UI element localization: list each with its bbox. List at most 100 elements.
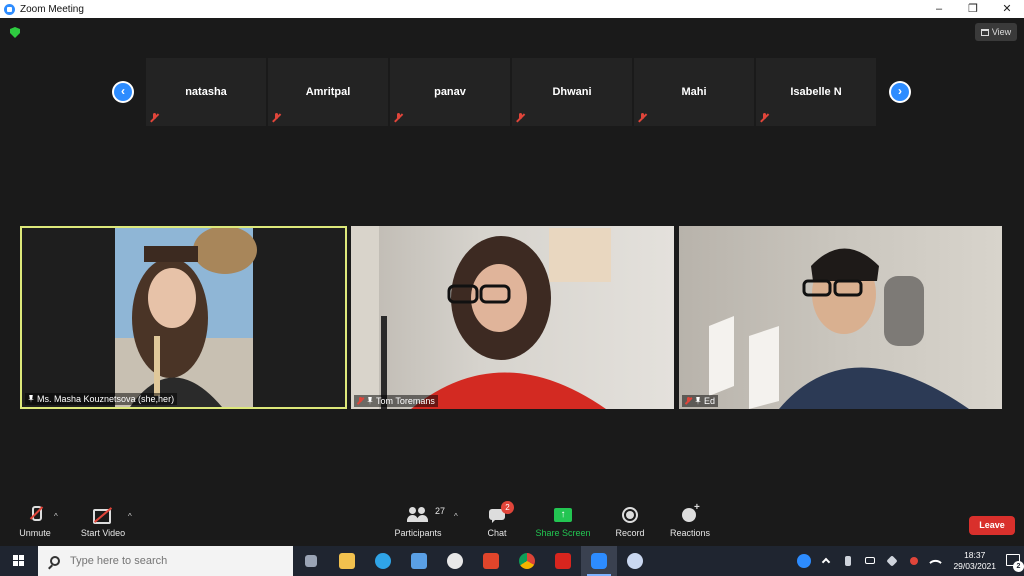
- zoom-app-icon: [4, 3, 15, 15]
- edge-icon[interactable]: [365, 546, 401, 576]
- video-tile-active-speaker[interactable]: Ms. Masha Kouznetsova (she,her): [20, 226, 347, 409]
- start-video-button[interactable]: Start Video: [68, 504, 138, 538]
- close-button[interactable]: ✕: [990, 0, 1024, 18]
- chevron-up-icon[interactable]: [818, 546, 834, 576]
- chevron-left-icon: ‹: [114, 83, 132, 101]
- participant-name: Tom Toremans: [376, 396, 435, 406]
- video-name-label: Ed: [682, 395, 719, 407]
- file-explorer-icon[interactable]: [329, 546, 365, 576]
- reactions-button[interactable]: Reactions: [655, 502, 725, 538]
- participant-name: Mahi: [681, 86, 707, 98]
- participant-name: Isabelle N: [790, 86, 842, 98]
- participant-name: Ed: [704, 396, 716, 406]
- record-icon: [622, 504, 638, 526]
- muted-mic-icon: [394, 113, 403, 123]
- system-tray: 18:37 29/03/2021 2: [793, 546, 1024, 576]
- restore-button[interactable]: ❐: [956, 0, 990, 18]
- participant-tile[interactable]: natasha: [146, 58, 266, 126]
- window-title: Zoom Meeting: [20, 3, 84, 15]
- meeting-toolbar: Unmute ^ Start Video ^ 27 Participants ^…: [0, 498, 1024, 546]
- minimize-button[interactable]: –: [922, 0, 956, 18]
- task-view-icon[interactable]: [293, 546, 329, 576]
- unmute-label: Unmute: [19, 528, 51, 538]
- battery-icon[interactable]: [862, 546, 878, 576]
- paint3d-icon[interactable]: [617, 546, 653, 576]
- participant-name: Amritpal: [305, 86, 351, 98]
- windows-taskbar: 18:37 29/03/2021 2: [0, 546, 1024, 576]
- video-tile[interactable]: Ed: [679, 226, 1002, 409]
- participants-icon: 27: [407, 504, 445, 526]
- windows-start-button[interactable]: [0, 546, 38, 576]
- pin-icon: [28, 395, 34, 403]
- muted-mic-icon: [638, 113, 647, 123]
- video-feed: [351, 226, 611, 409]
- pin-icon: [367, 397, 373, 405]
- muted-mic-icon: [685, 397, 692, 405]
- participants-button[interactable]: 27 Participants: [383, 504, 453, 538]
- share-screen-label: Share Screen: [535, 528, 591, 538]
- share-screen-button[interactable]: Share Screen: [528, 504, 598, 538]
- share-screen-icon: [554, 504, 572, 526]
- muted-mic-icon: [357, 397, 364, 405]
- reactions-icon: [681, 502, 700, 526]
- meeting-area: View ‹ natasha Amritpal panav Dhwani Mah…: [0, 18, 1024, 498]
- notification-center-icon[interactable]: 2: [1002, 546, 1024, 576]
- muted-mic-icon: [516, 113, 525, 123]
- next-participants-button[interactable]: ›: [889, 81, 911, 103]
- participants-count: 27: [435, 506, 446, 516]
- acrobat-icon[interactable]: [545, 546, 581, 576]
- muted-mic-icon: [760, 113, 769, 123]
- paint-icon[interactable]: [437, 546, 473, 576]
- clock-date: 29/03/2021: [953, 561, 996, 571]
- zoom-icon[interactable]: [581, 546, 617, 576]
- participant-tile[interactable]: Amritpal: [268, 58, 388, 126]
- participant-strip: natasha Amritpal panav Dhwani Mahi Isabe…: [146, 58, 878, 126]
- muted-mic-icon: [150, 113, 159, 123]
- muted-mic-icon: [272, 113, 281, 123]
- video-feed: [115, 228, 257, 407]
- participant-tile[interactable]: Isabelle N: [756, 58, 876, 126]
- taskbar-clock[interactable]: 18:37 29/03/2021: [953, 550, 996, 572]
- participant-name: Ms. Masha Kouznetsova (she,her): [37, 394, 175, 404]
- encryption-shield-icon[interactable]: [10, 27, 20, 38]
- window-titlebar: Zoom Meeting – ❐ ✕: [0, 0, 1024, 18]
- pin-icon: [695, 397, 701, 405]
- leave-button[interactable]: Leave: [969, 516, 1015, 535]
- notification-count: 2: [1013, 561, 1024, 572]
- chat-icon: 2: [489, 501, 514, 526]
- participant-tile[interactable]: Mahi: [634, 58, 754, 126]
- start-video-label: Start Video: [80, 528, 126, 538]
- chat-button[interactable]: 2 Chat: [462, 501, 532, 538]
- previous-participants-button[interactable]: ‹: [112, 81, 134, 103]
- help-icon[interactable]: [796, 546, 812, 576]
- video-name-label: Ms. Masha Kouznetsova (she,her): [25, 393, 178, 405]
- participant-tile[interactable]: Dhwani: [512, 58, 632, 126]
- video-options-caret-icon[interactable]: ^: [128, 512, 132, 521]
- dropbox-icon[interactable]: [884, 546, 900, 576]
- search-icon: [50, 556, 60, 566]
- wifi-icon[interactable]: [928, 546, 944, 576]
- participant-name: natasha: [185, 86, 227, 98]
- view-button[interactable]: View: [975, 23, 1017, 41]
- participant-name: panav: [434, 86, 466, 98]
- participant-tile[interactable]: panav: [390, 58, 510, 126]
- chat-label: Chat: [487, 528, 507, 538]
- reactions-label: Reactions: [669, 528, 711, 538]
- video-name-label: Tom Toremans: [354, 395, 438, 407]
- usb-icon[interactable]: [840, 546, 856, 576]
- participants-options-caret-icon[interactable]: ^: [454, 512, 458, 521]
- store-icon[interactable]: [401, 546, 437, 576]
- office-icon[interactable]: [473, 546, 509, 576]
- video-tile[interactable]: Tom Toremans: [351, 226, 674, 409]
- unmute-button[interactable]: Unmute: [0, 504, 70, 538]
- clock-time: 18:37: [964, 550, 986, 560]
- chat-badge: 2: [501, 501, 514, 514]
- view-label: View: [991, 27, 1012, 37]
- grid-icon: [980, 28, 989, 36]
- taskbar-search[interactable]: [38, 546, 293, 576]
- taskbar-search-input[interactable]: [70, 555, 270, 567]
- chrome-icon[interactable]: [509, 546, 545, 576]
- audio-options-caret-icon[interactable]: ^: [54, 512, 58, 521]
- network-error-icon[interactable]: [906, 546, 922, 576]
- video-off-icon: [93, 504, 113, 526]
